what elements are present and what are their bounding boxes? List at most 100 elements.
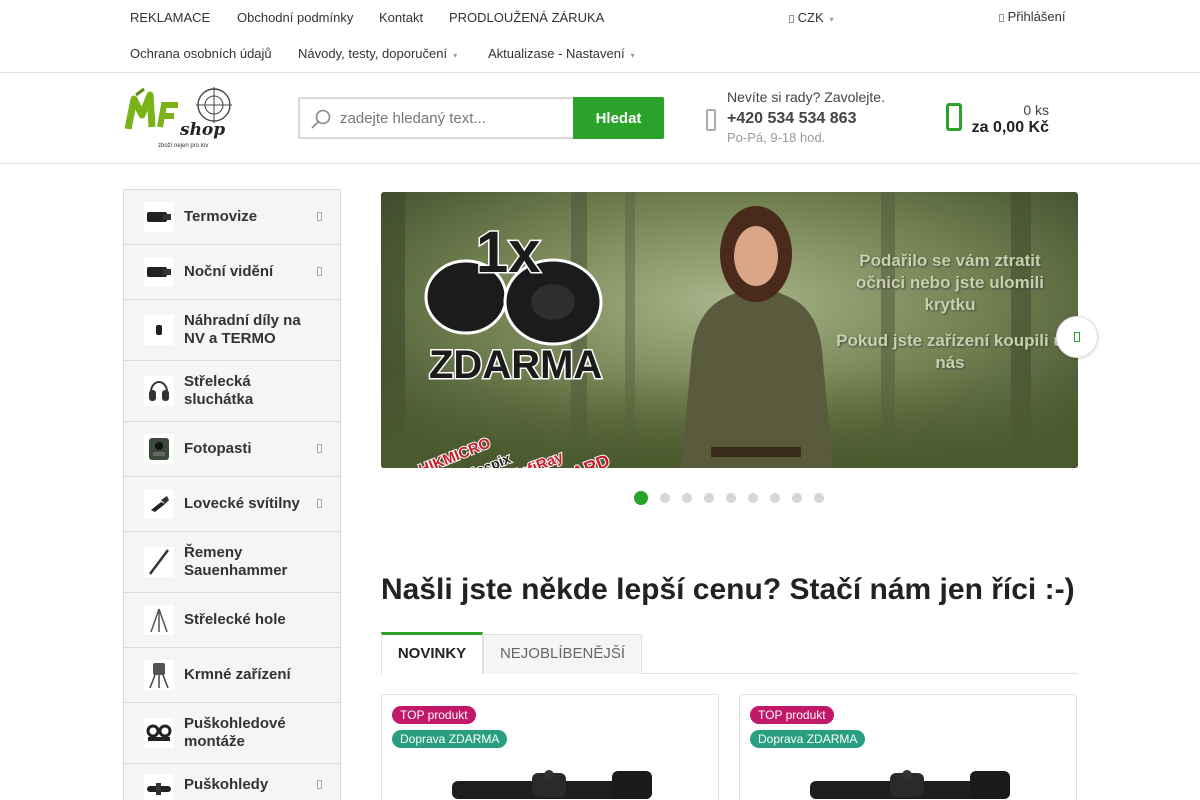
search-icon: [311, 109, 331, 129]
tab-nejoblibenejsi[interactable]: NEJOBLÍBENĚJŠÍ: [483, 634, 642, 674]
banner-big-text: 1x: [476, 220, 541, 285]
sidebar-item-termovize[interactable]: Termovize: [124, 190, 340, 245]
currency-icon: [789, 14, 794, 23]
badge-free-shipping: Doprava ZDARMA: [392, 730, 508, 748]
sidebar-item-label: Puškohledové montáže: [184, 715, 286, 750]
top-navigation: REKLAMACE Obchodní podmínky Kontakt PROD…: [0, 0, 1200, 73]
sidebar-item-puskohledove-montaze[interactable]: Puškohledové montáže: [124, 703, 340, 764]
phone-icon: [706, 109, 716, 131]
sidebar-item-label: Noční vidění: [184, 263, 274, 280]
search-form: Hledat: [298, 97, 664, 139]
svg-text:zboží nejen pro lov: zboží nejen pro lov: [158, 143, 208, 149]
sidebar-item-label: Náhradní díly na NV a TERMO: [184, 312, 301, 347]
chevron-right-icon: [317, 212, 322, 221]
user-icon: [999, 13, 1004, 22]
carousel-next-button[interactable]: [1056, 316, 1098, 358]
chevron-right-icon: [317, 780, 322, 789]
chevron-down-icon: ▾: [453, 51, 458, 60]
scope-mount-icon: [144, 718, 174, 748]
sidebar-item-puskohledy[interactable]: Puškohledy: [124, 764, 340, 800]
sidebar-item-nahradni-dily[interactable]: Náhradní díly na NV a TERMO: [124, 300, 340, 361]
sidebar-item-nocni-videni[interactable]: Noční vidění: [124, 245, 340, 300]
search-input[interactable]: [340, 107, 570, 129]
earmuffs-icon: [144, 376, 174, 406]
sidebar-item-label: Termovize: [184, 208, 258, 225]
cart-count[interactable]: 0 ks: [1023, 102, 1049, 118]
banner-image: 1x ZDARMA HIKMICRO Nocpix InfiRay PARD P…: [381, 192, 1078, 468]
currency-selector[interactable]: CZK ▾: [789, 10, 834, 25]
carousel-dot[interactable]: [792, 493, 802, 503]
sidebar-item-label: Řemeny Sauenhammer: [184, 544, 288, 579]
sidebar-item-strelecke-hole[interactable]: Střelecké hole: [124, 593, 340, 648]
promo-banner[interactable]: 1x ZDARMA HIKMICRO Nocpix InfiRay PARD P…: [381, 192, 1078, 468]
thermal-camera-icon: [144, 202, 174, 232]
cart-icon[interactable]: [946, 103, 962, 131]
carousel-dot[interactable]: [634, 491, 648, 505]
carousel-dot[interactable]: [660, 493, 670, 503]
currency-label: CZK: [797, 10, 824, 25]
trail-camera-icon: [144, 434, 174, 464]
login-label: Přihlášení: [1007, 9, 1066, 24]
sidebar-item-label: Střelecké hole: [184, 611, 286, 628]
carousel-dot[interactable]: [726, 493, 736, 503]
carousel-dot[interactable]: [682, 493, 692, 503]
chevron-right-icon: [317, 267, 322, 276]
nav-link-kontakt[interactable]: Kontakt: [379, 10, 423, 25]
badge-top-product: TOP produkt: [392, 706, 476, 724]
sidebar-item-label: Střelecká sluchátka: [184, 373, 254, 408]
banner-line-1: Podařilo se vám ztratit očnici nebo jste…: [856, 251, 1044, 314]
chevron-down-icon: ▾: [829, 15, 834, 24]
phone-number[interactable]: +420 534 534 863: [727, 110, 856, 128]
sidebar-item-label: Lovecké svítilny: [184, 495, 300, 512]
category-sidebar: Termovize Noční vidění Náhradní díly na …: [123, 189, 341, 800]
product-tabs: NOVINKY NEJOBLÍBENĚJŠÍ: [381, 632, 1078, 674]
product-card[interactable]: TOP produkt Doprava ZDARMA: [381, 694, 719, 800]
section-headline: Našli jste někde lepší cenu? Stačí nám j…: [381, 573, 1075, 606]
sidebar-item-label: Fotopasti: [184, 440, 252, 457]
nav-dropdown-aktualizace-label: Aktualizase - Nastavení: [488, 46, 625, 61]
sidebar-item-remeny[interactable]: Řemeny Sauenhammer: [124, 532, 340, 593]
tab-novinky[interactable]: NOVINKY: [381, 632, 483, 674]
product-card[interactable]: TOP produkt Doprava ZDARMA: [739, 694, 1077, 800]
carousel-dot[interactable]: [770, 493, 780, 503]
banner-line-2: Pokud jste zařízení koupili u nás: [836, 331, 1064, 372]
nav-link-ochrana-udaju[interactable]: Ochrana osobních údajů: [130, 46, 272, 61]
site-header: shop zboží nejen pro lov Hledat Nevíte s…: [0, 73, 1200, 164]
banner-free-text: ZDARMA: [429, 343, 602, 387]
chevron-right-icon: [317, 499, 322, 508]
chevron-right-icon: [317, 444, 322, 453]
svg-text:shop: shop: [179, 120, 225, 140]
search-button[interactable]: Hledat: [573, 97, 664, 139]
carousel-dot[interactable]: [748, 493, 758, 503]
chevron-down-icon: ▾: [630, 51, 635, 60]
strap-icon: [144, 547, 174, 577]
badge-top-product: TOP produkt: [750, 706, 834, 724]
sidebar-item-fotopasti[interactable]: Fotopasti: [124, 422, 340, 477]
sidebar-item-strelecka-sluchatka[interactable]: Střelecká sluchátka: [124, 361, 340, 422]
nav-dropdown-aktualizace[interactable]: Aktualizase - Nastavení ▾: [488, 46, 635, 61]
flashlight-icon: [144, 489, 174, 519]
nav-link-prodlouzena-zaruka[interactable]: PRODLOUŽENÁ ZÁRUKA: [449, 10, 604, 25]
night-vision-icon: [144, 257, 174, 287]
logo-graphic: shop zboží nejen pro lov: [124, 87, 232, 149]
sidebar-item-krmne-zarizeni[interactable]: Krmné zařízení: [124, 648, 340, 703]
login-link[interactable]: Přihlášení: [999, 9, 1065, 24]
nav-dropdown-navody[interactable]: Návody, testy, doporučení ▾: [298, 46, 457, 61]
rifle-scope-icon: [144, 774, 174, 800]
feeder-icon: [144, 660, 174, 690]
site-logo[interactable]: shop zboží nejen pro lov: [122, 85, 240, 151]
help-text: Nevíte si rady? Zavolejte.: [727, 89, 885, 105]
opening-hours: Po-Pá, 9-18 hod.: [727, 130, 826, 145]
sidebar-item-label: Puškohledy: [184, 776, 269, 793]
carousel-dot[interactable]: [704, 493, 714, 503]
sidebar-item-lovecke-svitilny[interactable]: Lovecké svítilny: [124, 477, 340, 532]
carousel-dot[interactable]: [814, 493, 824, 503]
search-field-wrapper: [298, 97, 574, 139]
nav-link-obchodni-podminky[interactable]: Obchodní podmínky: [237, 10, 353, 25]
shooting-stick-icon: [144, 605, 174, 635]
spare-part-icon: [144, 315, 174, 345]
sidebar-item-label: Krmné zařízení: [184, 666, 291, 683]
nav-link-reklamace[interactable]: REKLAMACE: [130, 10, 210, 25]
badge-free-shipping: Doprava ZDARMA: [750, 730, 866, 748]
cart-total[interactable]: za 0,00 Kč: [972, 119, 1049, 137]
